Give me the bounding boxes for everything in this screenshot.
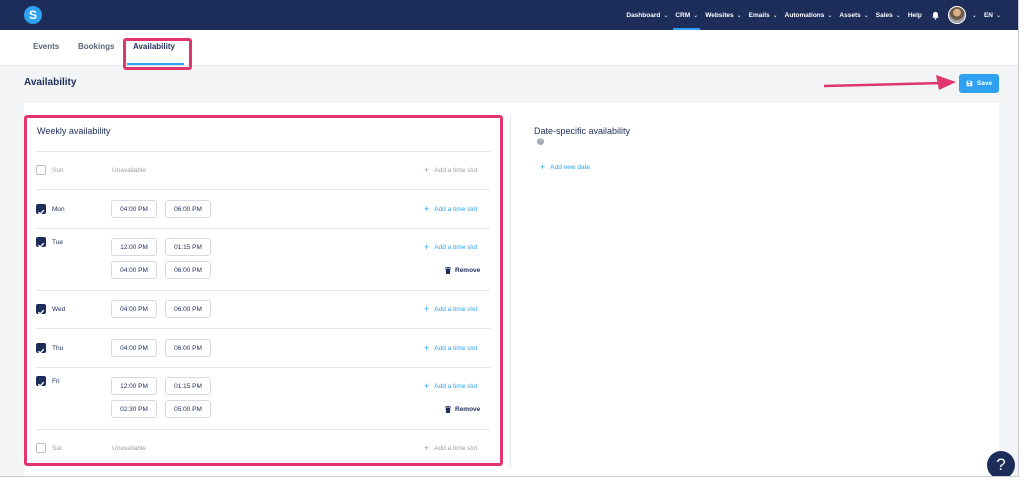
app-logo[interactable]: S: [24, 6, 42, 24]
save-button-label: Save: [976, 80, 993, 87]
chevron-down-icon: ⌄: [863, 12, 869, 19]
nav-assets[interactable]: Assets ⌄: [839, 0, 868, 30]
info-icon[interactable]: ?: [537, 138, 544, 145]
chevron-down-icon: ⌄: [971, 12, 977, 19]
column-divider: [510, 113, 511, 469]
bell-icon[interactable]: [931, 11, 940, 20]
nav-help-label: Help: [907, 11, 922, 19]
chevron-down-icon: ⌄: [736, 12, 742, 19]
language-label: EN: [983, 11, 993, 19]
chevron-down-icon: ⌄: [663, 12, 669, 19]
nav-websites[interactable]: Websites ⌄: [705, 0, 741, 30]
plus-icon: +: [540, 162, 546, 172]
language-selector[interactable]: EN ⌄: [984, 0, 1001, 30]
chevron-down-icon: ⌄: [772, 12, 778, 19]
save-icon: [966, 80, 973, 87]
highlight-box-weekly-availability: [24, 115, 503, 466]
save-button[interactable]: Save: [959, 74, 999, 93]
nav-emails-label: Emails: [748, 11, 770, 19]
nav-emails[interactable]: Emails ⌄: [749, 0, 778, 30]
chevron-down-icon: ⌄: [895, 12, 901, 19]
nav-assets-label: Assets: [839, 11, 861, 19]
nav-crm[interactable]: CRM ⌄: [673, 0, 701, 30]
tab-events[interactable]: Events: [33, 42, 59, 51]
page-title: Availability: [24, 77, 77, 88]
nav-help[interactable]: Help: [908, 0, 922, 30]
tab-bookings[interactable]: Bookings: [78, 42, 114, 51]
add-new-date-label: Add new date: [550, 164, 591, 171]
account-menu-toggle[interactable]: ⌄: [969, 0, 977, 30]
chevron-down-icon: ⌄: [995, 12, 1001, 19]
nav-sales-label: Sales: [875, 11, 893, 19]
annotation-arrow: [823, 75, 956, 90]
avatar[interactable]: [947, 6, 966, 24]
nav-dashboard[interactable]: Dashboard ⌄: [626, 0, 668, 30]
help-button[interactable]: ?: [987, 451, 1015, 476]
highlight-box-availability-tab: [123, 38, 192, 70]
nav-dashboard-label: Dashboard: [626, 11, 661, 19]
nav-automations-label: Automations: [784, 11, 825, 19]
date-specific-title: Date-specific availability: [534, 126, 631, 136]
main-menu: Dashboard ⌄ CRM ⌄ Websites ⌄ Emails ⌄ Automa…: [619, 0, 1001, 30]
top-navbar: S Dashboard ⌄ CRM ⌄ Websites ⌄ Emails ⌄ Auto…: [0, 0, 1018, 30]
app-frame: S Dashboard ⌄ CRM ⌄ Websites ⌄ Emails ⌄ Auto…: [0, 0, 1019, 477]
nav-sales[interactable]: Sales ⌄: [876, 0, 901, 30]
chevron-down-icon: ⌄: [693, 12, 699, 19]
nav-automations[interactable]: Automations ⌄: [785, 0, 833, 30]
chevron-down-icon: ⌄: [827, 12, 833, 19]
nav-crm-label: CRM: [675, 11, 691, 19]
nav-websites-label: Websites: [705, 11, 734, 19]
add-new-date-button[interactable]: + Add new date: [540, 162, 591, 172]
